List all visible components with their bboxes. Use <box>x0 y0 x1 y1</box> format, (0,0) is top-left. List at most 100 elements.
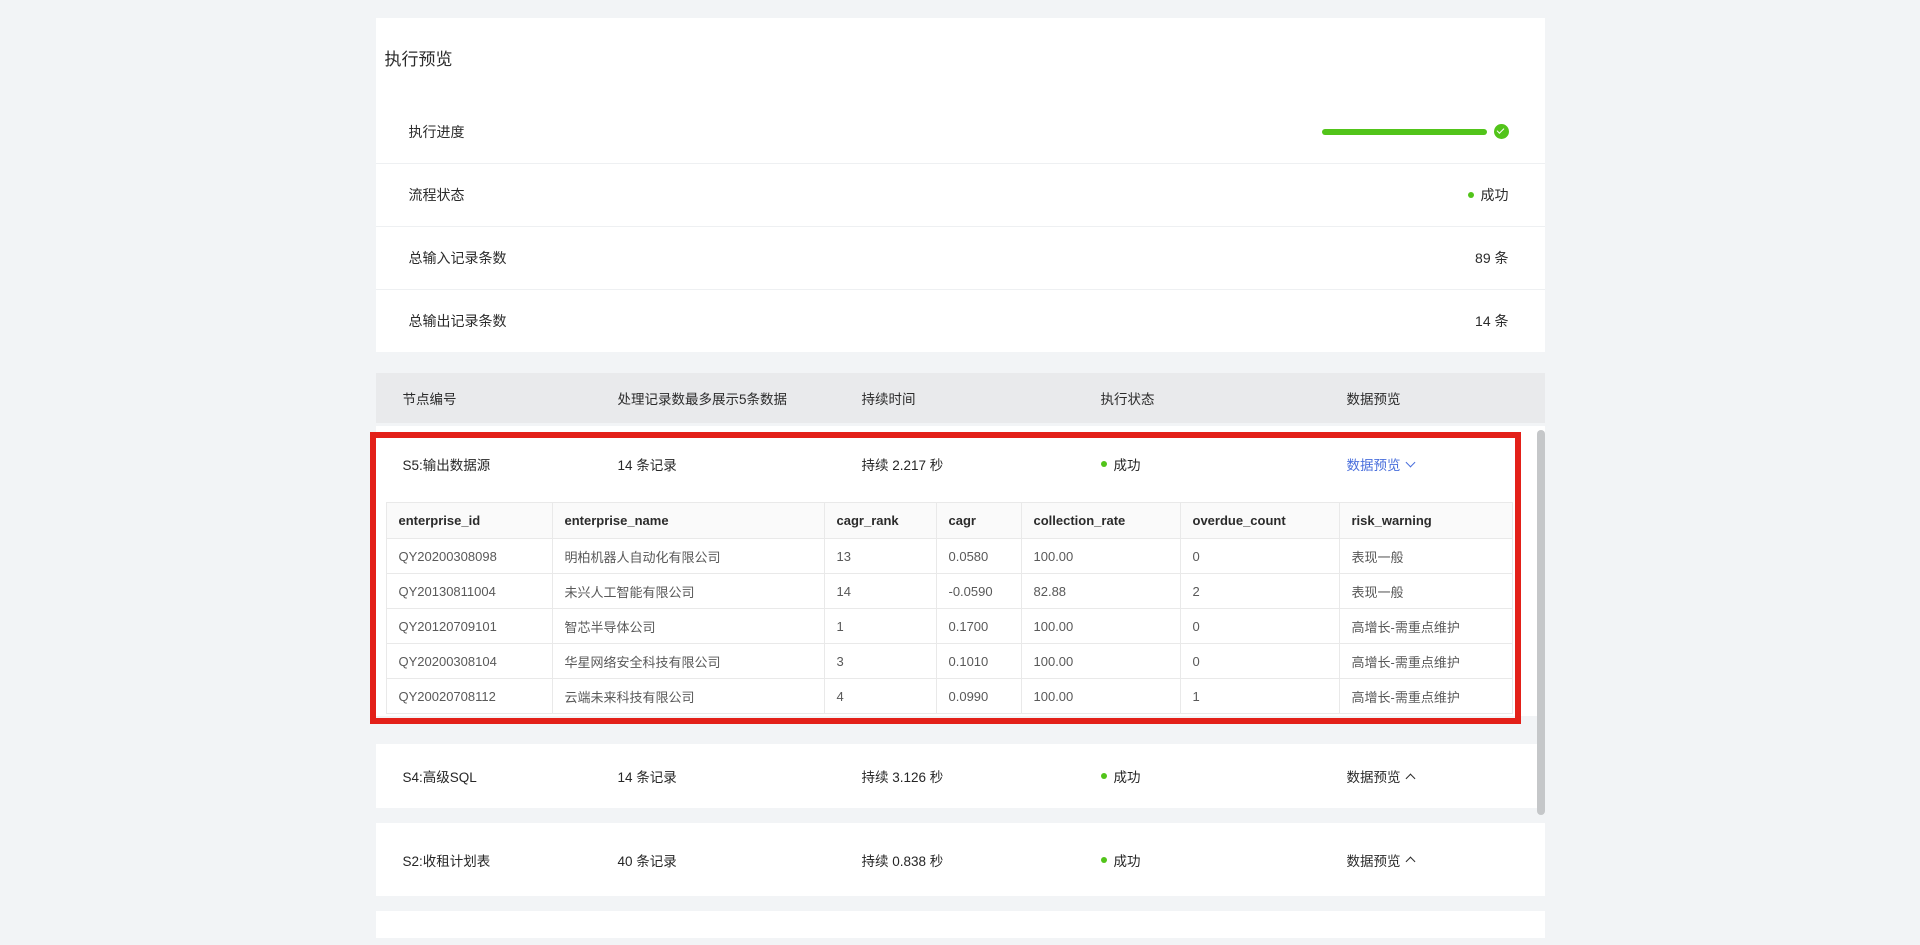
node-records: 14 条记录 <box>618 766 862 786</box>
total-input-label: 总输入记录条数 <box>409 248 507 268</box>
row-flow-status: 流程状态 成功 <box>376 163 1545 226</box>
preview-cell: 0.1010 <box>936 644 1021 679</box>
chevron-up-icon <box>1405 773 1415 783</box>
preview-cell: 0.0580 <box>936 539 1021 574</box>
col-header-records: 处理记录数最多展示5条数据 <box>618 388 862 408</box>
data-preview-toggle-s2[interactable]: 数据预览 <box>1347 850 1545 870</box>
preview-cell: 高增长-需重点维护 <box>1339 609 1512 644</box>
preview-cell: 1 <box>1180 679 1339 714</box>
s5-preview-table: enterprise_identerprise_namecagr_rankcag… <box>386 502 1513 714</box>
preview-cell: 100.00 <box>1021 679 1180 714</box>
preview-cell: 0 <box>1180 644 1339 679</box>
node-id: S2:收租计划表 <box>403 850 618 870</box>
data-preview-toggle-s5[interactable]: 数据预览 <box>1347 454 1545 474</box>
node-records: 40 条记录 <box>618 850 862 870</box>
preview-cell: 100.00 <box>1021 644 1180 679</box>
preview-cell: QY20120709101 <box>386 609 552 644</box>
row-total-input: 总输入记录条数 89 条 <box>376 226 1545 289</box>
vertical-scrollbar[interactable] <box>1537 430 1545 815</box>
node-id: S5:输出数据源 <box>403 454 618 474</box>
execution-progress-indicator <box>1322 124 1509 139</box>
success-dot-icon <box>1101 773 1107 779</box>
preview-cell: 0 <box>1180 609 1339 644</box>
node-duration: 持续 3.126 秒 <box>862 766 1101 786</box>
node-status: 成功 <box>1101 850 1347 870</box>
data-preview-toggle-s4[interactable]: 数据预览 <box>1347 766 1545 786</box>
node-status: 成功 <box>1101 766 1347 786</box>
node-card-s5: S5:输出数据源 14 条记录 持续 2.217 秒 成功 数据预览 enter… <box>376 426 1545 716</box>
preview-cell: 高增长-需重点维护 <box>1339 679 1512 714</box>
total-output-value: 14 条 <box>1475 311 1508 331</box>
preview-cell: 4 <box>824 679 936 714</box>
preview-col-header: enterprise_id <box>386 503 552 539</box>
preview-cell: QY20130811004 <box>386 574 552 609</box>
node-records: 14 条记录 <box>618 454 862 474</box>
preview-cell: 云端未来科技有限公司 <box>552 679 824 714</box>
flow-status-value: 成功 <box>1468 185 1509 205</box>
total-output-label: 总输出记录条数 <box>409 311 507 331</box>
preview-col-header: collection_rate <box>1021 503 1180 539</box>
col-header-duration: 持续时间 <box>862 388 1101 408</box>
preview-cell: QY20020708112 <box>386 679 552 714</box>
preview-table-row: QY20130811004未兴人工智能有限公司14-0.059082.882表现… <box>386 574 1512 609</box>
preview-col-header: cagr_rank <box>824 503 936 539</box>
page-title: 执行预览 <box>385 45 1537 70</box>
preview-cell: 0 <box>1180 539 1339 574</box>
success-dot-icon <box>1101 461 1107 467</box>
preview-cell: QY20200308098 <box>386 539 552 574</box>
preview-cell: -0.0590 <box>936 574 1021 609</box>
success-dot-icon <box>1468 192 1474 198</box>
node-list-scroll-area: S5:输出数据源 14 条记录 持续 2.217 秒 成功 数据预览 enter… <box>376 426 1545 945</box>
node-duration: 持续 2.217 秒 <box>862 454 1101 474</box>
preview-col-header: overdue_count <box>1180 503 1339 539</box>
preview-cell: 3 <box>824 644 936 679</box>
preview-col-header: enterprise_name <box>552 503 824 539</box>
node-summary-row-s5: S5:输出数据源 14 条记录 持续 2.217 秒 成功 数据预览 <box>376 426 1545 502</box>
preview-table-row: QY20120709101智芯半导体公司10.1700100.000高增长-需重… <box>386 609 1512 644</box>
col-header-preview: 数据预览 <box>1347 388 1545 408</box>
check-circle-icon <box>1494 124 1509 139</box>
preview-table-row: QY20020708112云端未来科技有限公司40.0990100.001高增长… <box>386 679 1512 714</box>
flow-status-label: 流程状态 <box>409 185 465 205</box>
preview-cell: 表现一般 <box>1339 574 1512 609</box>
preview-cell: 2 <box>1180 574 1339 609</box>
preview-cell: 14 <box>824 574 936 609</box>
preview-cell: 0.0990 <box>936 679 1021 714</box>
execution-progress-label: 执行进度 <box>409 122 465 142</box>
title-block: 执行预览 <box>376 18 1545 100</box>
preview-table-body: QY20200308098明柏机器人自动化有限公司130.0580100.000… <box>386 539 1512 714</box>
preview-col-header: risk_warning <box>1339 503 1512 539</box>
row-total-output: 总输出记录条数 14 条 <box>376 289 1545 352</box>
chevron-down-icon <box>1405 457 1415 467</box>
preview-table-row: QY20200308098明柏机器人自动化有限公司130.0580100.000… <box>386 539 1512 574</box>
preview-cell: 表现一般 <box>1339 539 1512 574</box>
preview-col-header: cagr <box>936 503 1021 539</box>
node-table-header: 节点编号 处理记录数最多展示5条数据 持续时间 执行状态 数据预览 <box>376 373 1545 423</box>
preview-cell: 未兴人工智能有限公司 <box>552 574 824 609</box>
progress-bar <box>1322 129 1487 135</box>
node-card-s2: S2:收租计划表 40 条记录 持续 0.838 秒 成功 数据预览 <box>376 823 1545 896</box>
node-card-partial <box>376 911 1545 938</box>
preview-cell: 明柏机器人自动化有限公司 <box>552 539 824 574</box>
preview-table-row: QY20200308104华星网络安全科技有限公司30.1010100.000高… <box>386 644 1512 679</box>
node-status: 成功 <box>1101 454 1347 474</box>
summary-card: 执行预览 执行进度 流程状态 成功 总输入记录条数 89 条 总输出记录条数 1… <box>376 18 1545 352</box>
preview-cell: 100.00 <box>1021 609 1180 644</box>
node-id: S4:高级SQL <box>403 766 618 786</box>
total-input-value: 89 条 <box>1475 248 1508 268</box>
col-header-node-id: 节点编号 <box>403 388 618 408</box>
node-duration: 持续 0.838 秒 <box>862 850 1101 870</box>
success-dot-icon <box>1101 857 1107 863</box>
preview-cell: QY20200308104 <box>386 644 552 679</box>
chevron-up-icon <box>1405 857 1415 867</box>
preview-cell: 1 <box>824 609 936 644</box>
col-header-status: 执行状态 <box>1101 388 1347 408</box>
preview-cell: 82.88 <box>1021 574 1180 609</box>
preview-cell: 智芯半导体公司 <box>552 609 824 644</box>
execution-preview-panel: 执行预览 执行进度 流程状态 成功 总输入记录条数 89 条 总输出记录条数 1… <box>376 18 1545 945</box>
preview-cell: 13 <box>824 539 936 574</box>
node-card-s4: S4:高级SQL 14 条记录 持续 3.126 秒 成功 数据预览 <box>376 744 1545 808</box>
preview-cell: 100.00 <box>1021 539 1180 574</box>
flow-status-text: 成功 <box>1481 185 1509 205</box>
preview-cell: 华星网络安全科技有限公司 <box>552 644 824 679</box>
